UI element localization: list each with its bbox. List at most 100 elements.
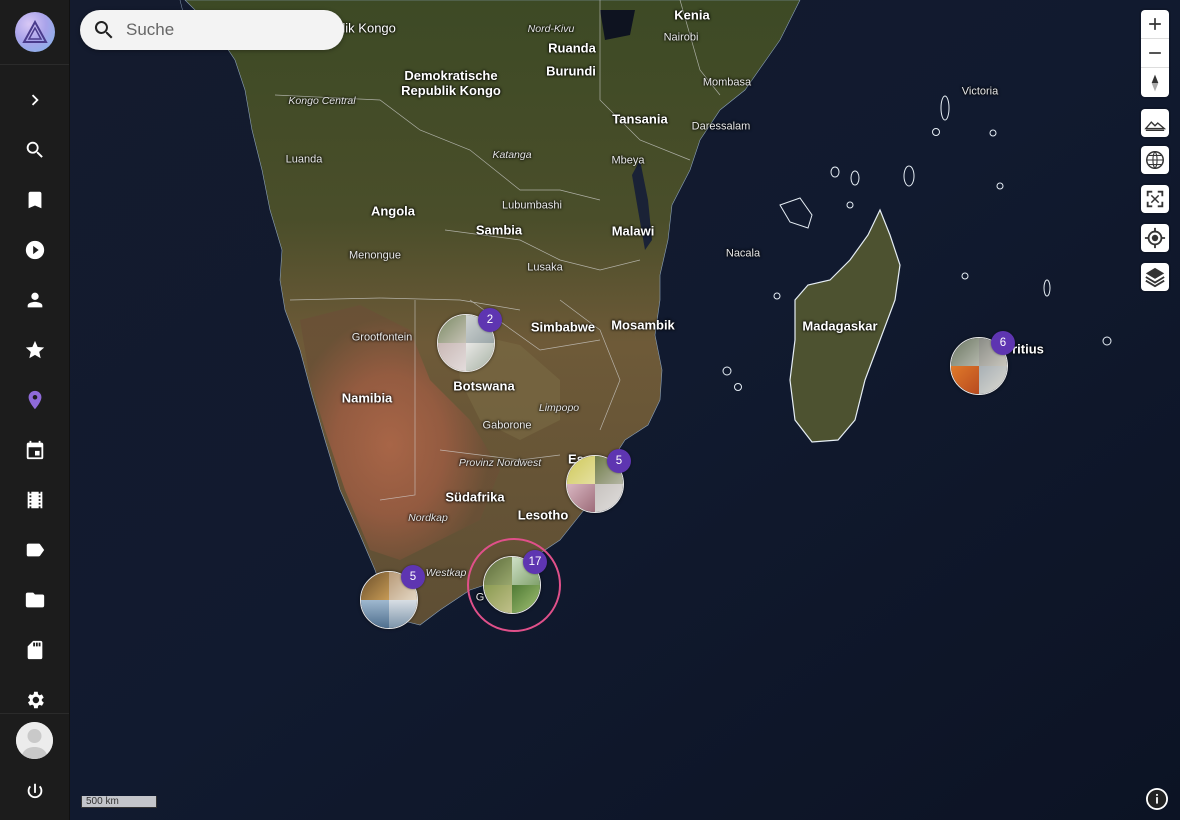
map-canvas[interactable]: Republik Kongo Demokratische Republik Ko…: [70, 0, 1180, 820]
layers-icon: [1145, 267, 1165, 288]
photo-thumbnail: [951, 366, 979, 394]
cluster-count-badge: 6: [991, 331, 1015, 355]
sidebar-item-videos[interactable]: [0, 230, 69, 270]
chevron-right-icon: [31, 94, 39, 106]
user-avatar[interactable]: [16, 722, 53, 759]
zoom-in-button[interactable]: [1141, 10, 1169, 39]
photo-thumbnail: [484, 585, 512, 613]
sidebar-item-moments[interactable]: [0, 480, 69, 520]
label-mauritius: ritius: [1012, 341, 1044, 357]
search-icon: [94, 21, 113, 39]
cluster-count-badge: 17: [523, 550, 547, 574]
play-circle-icon: [25, 240, 44, 260]
photo-thumbnail: [484, 557, 512, 585]
label-kenia: Kenia: [674, 7, 710, 23]
label-lubumbashi: Lubumbashi: [502, 199, 562, 212]
label-mosambik: Mosambik: [611, 317, 675, 333]
avatar-placeholder-icon: [16, 722, 53, 759]
layers-button[interactable]: [1141, 263, 1169, 291]
label-nord-kivu: Nord-Kivu: [527, 22, 575, 35]
label-katanga: Katanga: [492, 148, 532, 161]
sidebar-item-library[interactable]: [0, 630, 69, 670]
triangle-logo-icon: [22, 20, 48, 43]
globe-icon: [1146, 151, 1164, 169]
map-scale-bar: 500 km: [81, 796, 157, 808]
label-nordkap: Nordkap: [408, 511, 448, 524]
app: Republik Kongo Demokratische Republik Ko…: [0, 0, 1180, 820]
folder-icon: [25, 592, 44, 608]
sidebar-item-expand[interactable]: [0, 80, 69, 120]
label-burundi: Burundi: [546, 63, 596, 79]
label-kongo-central: Kongo Central: [288, 94, 356, 107]
photo-thumbnail: [466, 343, 494, 371]
star-icon: [25, 340, 44, 359]
info-icon: [1147, 789, 1167, 809]
search-icon: [26, 141, 43, 158]
app-logo[interactable]: [15, 12, 55, 52]
label-mbeya: Mbeya: [611, 154, 645, 167]
fullscreen-button[interactable]: [1141, 185, 1169, 213]
cluster-count-badge: 2: [478, 308, 502, 332]
photo-thumbnail: [438, 315, 466, 343]
label-namibia: Namibia: [341, 390, 393, 406]
sidebar-item-folders[interactable]: [0, 580, 69, 620]
label-malawi: Malawi: [611, 223, 655, 239]
person-icon: [27, 292, 42, 308]
label-lesotho: Lesotho: [517, 507, 569, 523]
sidebar-item-bookmarks[interactable]: [0, 180, 69, 220]
fullscreen-icon: [1146, 190, 1164, 208]
sidebar-item-labels[interactable]: [0, 530, 69, 570]
label-daressalam: Daressalam: [691, 120, 751, 133]
label-tansania: Tansania: [612, 111, 668, 127]
label-luanda: Luanda: [285, 153, 323, 166]
label-icon: [26, 543, 44, 557]
terrain-icon: [1144, 121, 1166, 132]
photo-thumbnail: [567, 456, 595, 484]
label-mombasa: Mombasa: [702, 76, 752, 89]
logout-button[interactable]: [0, 772, 69, 812]
label-drc: Demokratische Republik Kongo: [401, 68, 501, 98]
compass-button[interactable]: [1141, 68, 1169, 97]
sidebar-item-favorites[interactable]: [0, 330, 69, 370]
label-suedafrika: Südafrika: [445, 489, 505, 505]
sidebar-item-calendar[interactable]: [0, 430, 69, 470]
locate-button[interactable]: [1141, 224, 1169, 252]
calendar-icon: [26, 440, 43, 460]
photo-thumbnail: [951, 338, 979, 366]
globe-toggle-button[interactable]: [1141, 146, 1169, 174]
sidebar-divider: [0, 64, 69, 65]
sidebar-item-settings[interactable]: [0, 680, 69, 720]
sidebar-item-places[interactable]: [0, 380, 69, 420]
label-simbabwe: Simbabwe: [530, 319, 596, 335]
terrain-toggle-button[interactable]: [1141, 109, 1169, 137]
label-menongue: Menongue: [349, 249, 401, 262]
cluster-count-badge: 5: [401, 565, 425, 589]
label-g-partial: G: [475, 591, 485, 604]
zoom-out-button[interactable]: [1141, 39, 1169, 68]
photo-thumbnail: [595, 484, 623, 512]
label-sambia: Sambia: [475, 222, 523, 238]
label-madagaskar: Madagaskar: [802, 318, 878, 334]
zoom-in-icon: [1149, 18, 1161, 30]
navigation-controls: [1141, 10, 1169, 97]
compass-icon: [1151, 74, 1159, 91]
attribution-button[interactable]: [1146, 788, 1168, 810]
bookmark-icon: [28, 191, 41, 209]
label-limpopo: Limpopo: [538, 401, 580, 414]
search-input[interactable]: [124, 19, 328, 41]
photo-thumbnail: [438, 343, 466, 371]
map-pin-icon: [28, 390, 41, 410]
film-icon: [27, 491, 42, 509]
label-nacala: Nacala: [725, 247, 761, 260]
sidebar-item-people[interactable]: [0, 280, 69, 320]
power-icon: [27, 783, 42, 799]
label-grootfontein: Grootfontein: [351, 331, 413, 344]
sidebar: [0, 0, 70, 820]
label-nairobi: Nairobi: [663, 31, 699, 44]
locate-icon: [1144, 227, 1166, 249]
sidebar-item-search[interactable]: [0, 130, 69, 170]
photo-thumbnail: [361, 600, 389, 628]
search-bar[interactable]: [80, 10, 344, 50]
label-lusaka: Lusaka: [527, 261, 563, 274]
label-victoria: Victoria: [961, 85, 999, 98]
